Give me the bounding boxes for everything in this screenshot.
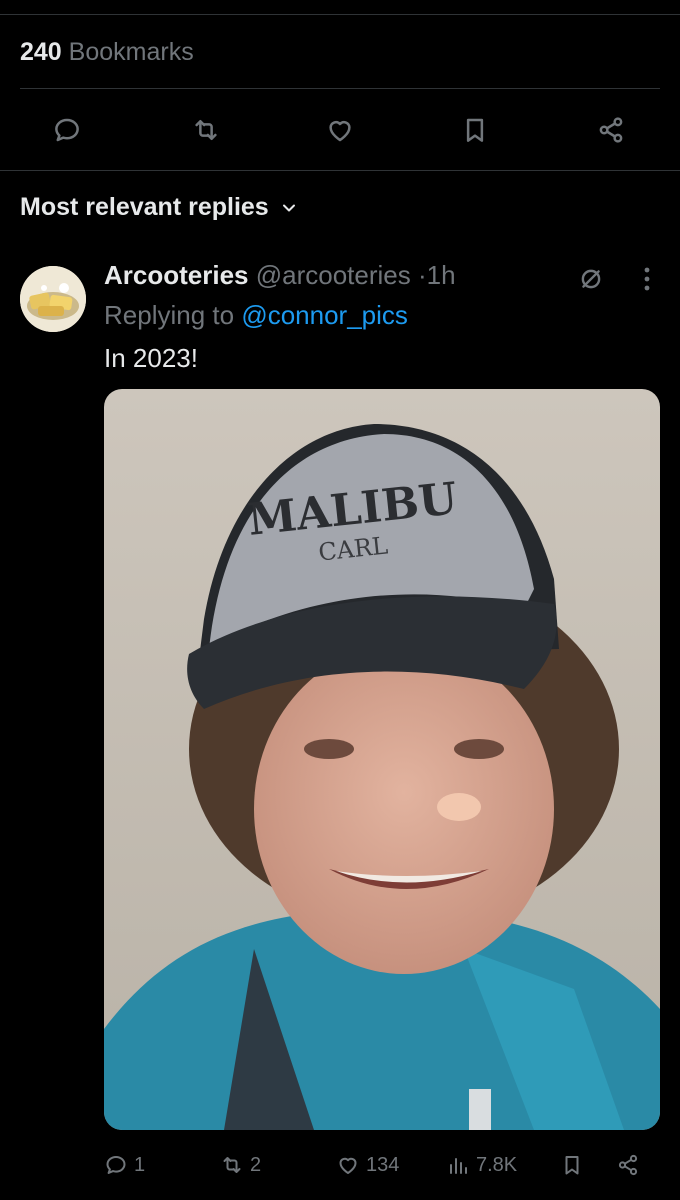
retweet-button[interactable]: [184, 108, 228, 152]
grok-button[interactable]: [574, 262, 608, 296]
share-button[interactable]: [589, 108, 633, 152]
reply-text: In 2023!: [104, 343, 198, 373]
replies-sort-dropdown[interactable]: Most relevant replies: [20, 193, 299, 222]
share-icon: [599, 117, 623, 143]
reply-icon: [55, 118, 79, 142]
reply-count: 1: [134, 1153, 146, 1176]
reply-media-photo[interactable]: MALIBU CARL: [104, 389, 660, 1130]
bookmark-button[interactable]: [453, 108, 497, 152]
avatar-image: [20, 266, 86, 332]
reply-author-handle[interactable]: @arcooteries: [256, 260, 411, 290]
bookmarks-label: Bookmarks: [68, 38, 194, 66]
reply-share-button[interactable]: [616, 1148, 640, 1182]
retweet-icon: [195, 120, 217, 140]
like-icon: [339, 1157, 357, 1174]
tweet-action-bar: [0, 108, 680, 152]
views-count: 7.8K: [476, 1153, 518, 1176]
bookmarks-count: 240: [20, 38, 62, 66]
bookmark-icon: [565, 1156, 579, 1175]
photo-image: MALIBU CARL: [104, 389, 660, 1130]
share-icon: [618, 1154, 638, 1176]
reply-timestamp[interactable]: 1h: [427, 260, 456, 290]
top-divider: [0, 14, 680, 15]
reply-repost-button[interactable]: 2: [220, 1148, 261, 1182]
reply-author-name[interactable]: Arcooteries: [104, 260, 249, 290]
like-count: 134: [366, 1153, 400, 1176]
retweet-icon: [223, 1157, 241, 1173]
reply-stats-bar: 1 2 134 7.8K: [104, 1148, 660, 1182]
bookmarks-stat[interactable]: 240 Bookmarks: [20, 38, 194, 67]
replying-to-prefix: Replying to: [104, 300, 235, 330]
reply-separator: ·: [417, 260, 427, 290]
views-icon: [450, 1158, 467, 1174]
reply-like-button[interactable]: 134: [336, 1148, 399, 1182]
like-icon: [329, 121, 351, 142]
repost-count: 2: [250, 1153, 262, 1176]
like-button[interactable]: [318, 108, 362, 152]
more-options-button[interactable]: [634, 262, 660, 296]
reply-views-button[interactable]: 7.8K: [446, 1148, 517, 1182]
bookmark-icon: [466, 118, 484, 142]
reply-icon: [106, 1156, 126, 1174]
replying-to: Replying to @connor_pics: [104, 300, 408, 331]
stats-divider: [20, 88, 660, 89]
grok-icon: [581, 269, 601, 289]
chevron-down-icon: [282, 204, 295, 211]
replies-sort-label: Most relevant replies: [20, 193, 269, 221]
reply-bookmark-button[interactable]: [560, 1148, 584, 1182]
reply-button[interactable]: [45, 108, 89, 152]
actions-divider: [0, 170, 680, 171]
reply-replies-button[interactable]: 1: [104, 1148, 145, 1182]
reply-header: Arcooteries @arcooteries ·1h: [104, 260, 456, 291]
replying-to-mention[interactable]: @connor_pics: [241, 300, 408, 330]
more-vertical-icon: [644, 267, 650, 291]
avatar[interactable]: [20, 266, 86, 332]
